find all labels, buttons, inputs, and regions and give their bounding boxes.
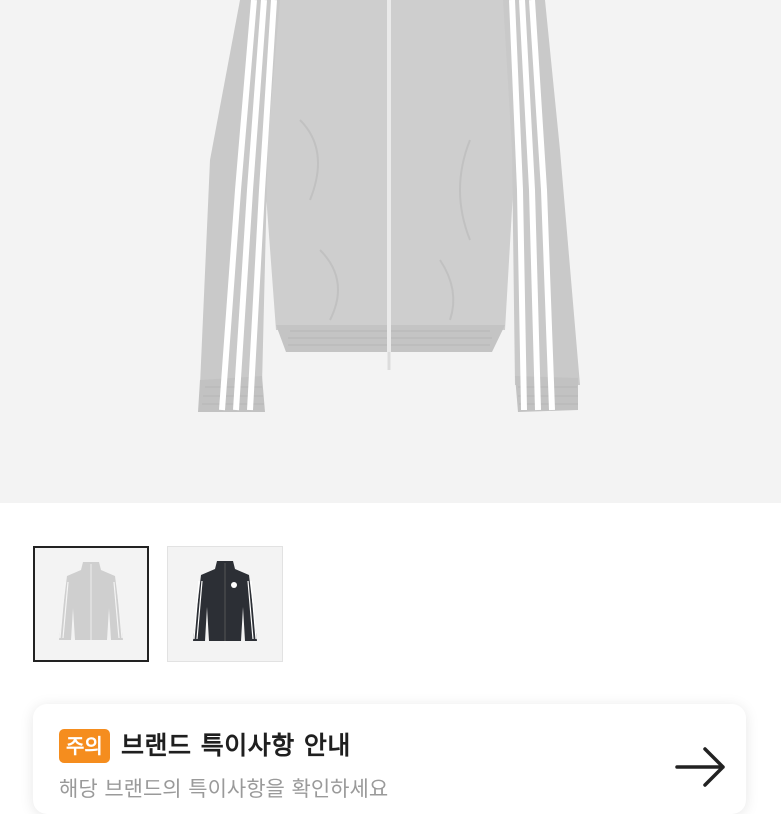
brand-notice-card[interactable]: 주의 브랜드 특이사항 안내 해당 브랜드의 특이사항을 확인하세요	[33, 704, 746, 814]
light-gray-jacket-thumbnail	[59, 562, 123, 640]
thumbnail-list	[33, 546, 293, 664]
jacket-image	[198, 0, 580, 412]
product-image-area	[0, 0, 781, 503]
thumbnail-black[interactable]	[167, 546, 283, 662]
notice-title: 브랜드 특이사항 안내	[121, 731, 351, 760]
arrow-right-icon[interactable]	[673, 744, 729, 790]
notice-badge: 주의	[59, 729, 110, 763]
black-jacket-thumbnail	[193, 561, 257, 641]
notice-description: 해당 브랜드의 특이사항을 확인하세요	[59, 777, 389, 801]
thumbnail-light-gray[interactable]	[33, 546, 149, 662]
